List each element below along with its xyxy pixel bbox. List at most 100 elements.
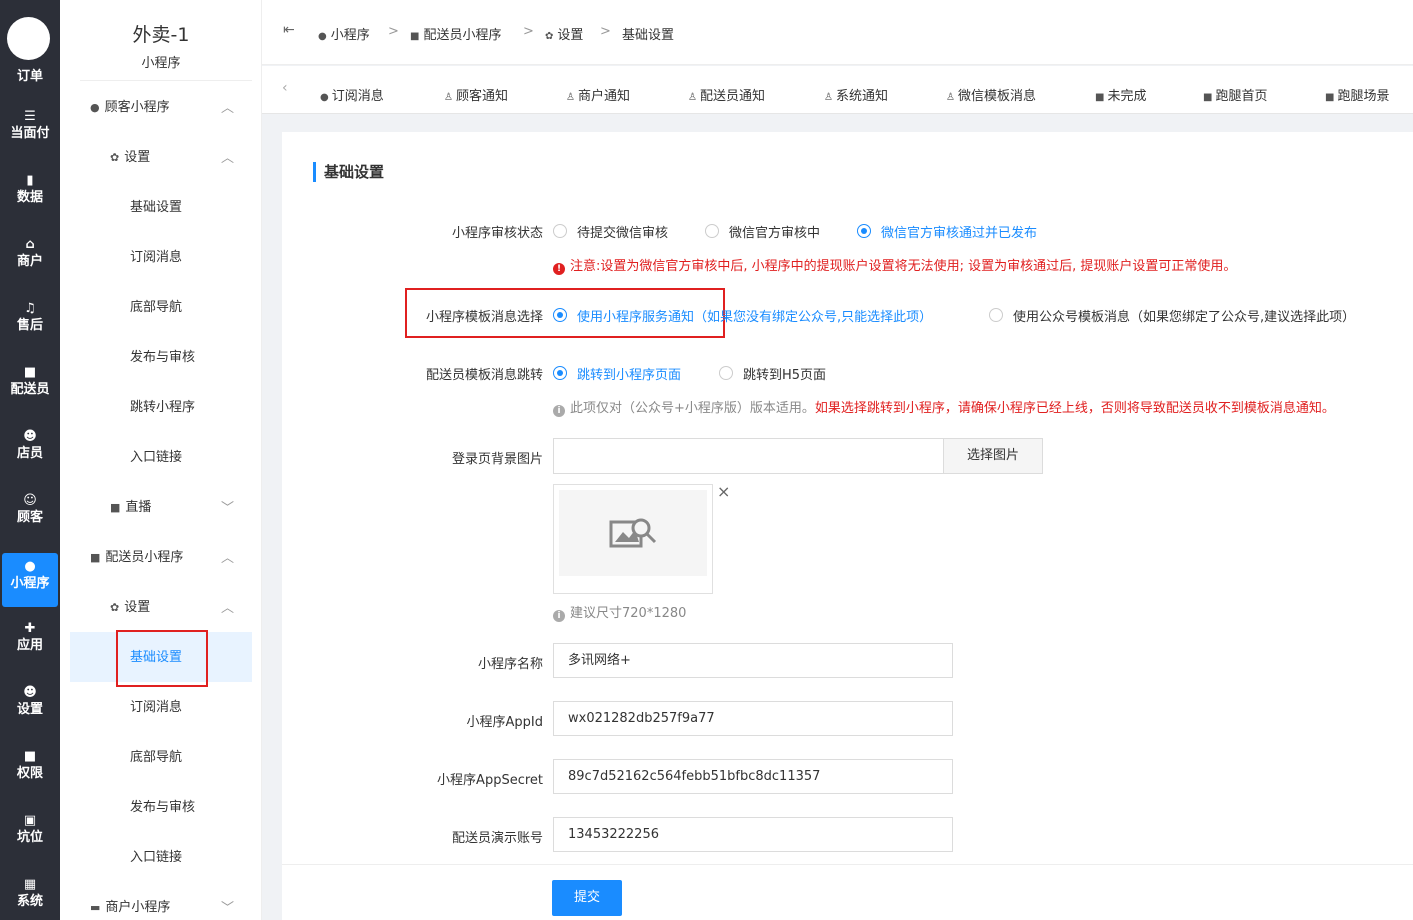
- sidebar-item-label: 底部导航: [130, 750, 183, 765]
- sidebar-item-label: 底部导航: [130, 300, 183, 315]
- rail-item-4[interactable]: ■ 配送员: [0, 365, 60, 399]
- jump-option-h5[interactable]: 跳转到H5页面: [743, 364, 826, 383]
- rail-item-5[interactable]: ☻ 店员: [0, 429, 60, 463]
- user-icon: ♙: [824, 92, 833, 103]
- audit-radio-reviewing[interactable]: [705, 224, 719, 238]
- audit-radio-published[interactable]: [857, 224, 871, 238]
- choose-image-button[interactable]: 选择图片: [943, 438, 1043, 474]
- demo-account-input[interactable]: 13453222256: [553, 817, 953, 852]
- tab-2[interactable]: ♙ 商户通知: [566, 85, 630, 104]
- sidebar-item-entry-2[interactable]: 入口链接: [130, 848, 182, 868]
- sidebar-item-publish-1[interactable]: 发布与审核: [130, 348, 195, 368]
- sidebar-item-live[interactable]: ■ 直播: [110, 498, 151, 518]
- jump-radio-h5[interactable]: [719, 366, 733, 380]
- wechat-icon: ●: [320, 92, 329, 103]
- tab-scroll-left-icon[interactable]: ‹: [282, 80, 288, 96]
- tab-label: 商户通知: [577, 89, 630, 104]
- sidebar-item-bottom-nav-1[interactable]: 底部导航: [130, 298, 182, 318]
- appid-label: 小程序AppId: [466, 715, 543, 730]
- rail-item-9[interactable]: ☻ 设置: [0, 685, 60, 719]
- template-radio-service[interactable]: [553, 308, 567, 322]
- sidebar-item-label: 商户小程序: [105, 900, 171, 915]
- bg-image-input[interactable]: [553, 438, 944, 474]
- sidebar-item-basic-1[interactable]: 基础设置: [130, 198, 182, 218]
- template-radio-official[interactable]: [989, 308, 1003, 322]
- audit-option-pending[interactable]: 待提交微信审核: [577, 222, 668, 241]
- tab-label: 跑腿首页: [1215, 89, 1268, 104]
- chevron-down-icon[interactable]: ﹀: [221, 499, 234, 519]
- rail-item-10[interactable]: ■ 权限: [0, 749, 60, 783]
- tab-3[interactable]: ♙ 配送员通知: [688, 85, 765, 104]
- rail-item-6[interactable]: ☺ 顾客: [0, 493, 60, 527]
- truck-icon: ■: [1325, 92, 1335, 103]
- sidebar-item-settings-1[interactable]: ✿ 设置: [110, 148, 150, 168]
- remove-image-icon[interactable]: ×: [717, 482, 730, 501]
- tab-6[interactable]: ■ 未完成: [1095, 85, 1146, 104]
- rail-item-11[interactable]: ▣ 坑位: [0, 813, 60, 847]
- rail-item-8[interactable]: ✚ 应用: [0, 621, 60, 655]
- chevron-down-icon[interactable]: ﹀: [221, 899, 234, 919]
- audit-radio-pending[interactable]: [553, 224, 567, 238]
- rail-item-label: 配送员: [10, 382, 50, 397]
- app-name-input[interactable]: 多讯网络+: [553, 643, 953, 678]
- rail-item-7[interactable]: ● 小程序: [2, 553, 58, 607]
- tab-label: 未完成: [1107, 89, 1147, 104]
- sidebar-item-courier-app[interactable]: ■ 配送员小程序: [90, 548, 183, 568]
- rail-item-label: 系统: [16, 894, 43, 909]
- sidebar-item-label: 订阅消息: [130, 700, 183, 715]
- breadcrumb-item-2[interactable]: ✿ 设置: [545, 24, 583, 43]
- sidebar-item-label: 发布与审核: [130, 800, 196, 815]
- image-preview[interactable]: [553, 484, 713, 594]
- rail-item-12[interactable]: ▦ 系统: [0, 877, 60, 911]
- sidebar-item-bottom-nav-2[interactable]: 底部导航: [130, 748, 182, 768]
- appsecret-input[interactable]: 89c7d52162c564febb51bfbc8dc11357: [553, 759, 953, 794]
- wechat-icon: ●: [24, 559, 36, 574]
- tab-8[interactable]: ■ 跑腿场景: [1325, 85, 1389, 104]
- chevron-up-icon[interactable]: ︿: [221, 599, 234, 619]
- sidebar-item-publish-2[interactable]: 发布与审核: [130, 798, 195, 818]
- template-option-service[interactable]: 使用小程序服务通知（如果您没有绑定公众号,只能选择此项）: [577, 306, 932, 325]
- sidebar-item-customer-app[interactable]: ● 顾客小程序: [90, 98, 170, 118]
- rail-label-orders: 订单: [16, 69, 43, 84]
- breadcrumb-item-1[interactable]: ■ 配送员小程序: [410, 24, 501, 43]
- sidebar-item-subscribe-1[interactable]: 订阅消息: [130, 248, 182, 268]
- avatar[interactable]: [7, 17, 50, 60]
- sidebar-item-subscribe-2[interactable]: 订阅消息: [130, 698, 182, 718]
- sidebar-item-label: 配送员小程序: [105, 550, 184, 565]
- jump-radio-miniapp[interactable]: [553, 366, 567, 380]
- audit-option-published[interactable]: 微信官方审核通过并已发布: [881, 222, 1037, 241]
- chevron-up-icon[interactable]: ︿: [221, 99, 234, 119]
- sidebar-item-entry-1[interactable]: 入口链接: [130, 448, 182, 468]
- rail-item-label: 设置: [16, 702, 43, 717]
- tab-5[interactable]: ♙ 微信模板消息: [946, 85, 1036, 104]
- chevron-up-icon[interactable]: ︿: [221, 149, 234, 169]
- tab-4[interactable]: ♙ 系统通知: [824, 85, 888, 104]
- jump-option-miniapp[interactable]: 跳转到小程序页面: [577, 364, 681, 383]
- rail-item-0[interactable]: ☰ 当面付: [0, 109, 60, 143]
- windows-icon: ▦: [23, 877, 37, 892]
- submit-button[interactable]: 提交: [552, 880, 622, 916]
- store-icon: ⌂: [25, 237, 35, 252]
- chevron-up-icon[interactable]: ︿: [221, 549, 234, 569]
- breadcrumb-item-0[interactable]: ● 小程序: [318, 24, 370, 43]
- tab-label: 跑腿场景: [1337, 89, 1390, 104]
- tab-0[interactable]: ● 订阅消息: [320, 85, 384, 104]
- template-option-official[interactable]: 使用公众号模板消息（如果您绑定了公众号,建议选择此项）: [1013, 306, 1355, 325]
- tab-7[interactable]: ■ 跑腿首页: [1203, 85, 1267, 104]
- rail-item-2[interactable]: ⌂ 商户: [0, 237, 60, 271]
- jump-note-red: 如果选择跳转到小程序，请确保小程序已经上线，否则将导致配送员收不到模板消息通知。: [814, 401, 1335, 416]
- sidebar-item-jump-1[interactable]: 跳转小程序: [130, 398, 195, 418]
- rail-item-3[interactable]: ♫ 售后: [0, 301, 60, 335]
- tab-1[interactable]: ♙ 顾客通知: [444, 85, 508, 104]
- sidebar-item-settings-2[interactable]: ✿ 设置: [110, 598, 150, 618]
- rail-item-label: 售后: [16, 318, 43, 333]
- collapse-menu-icon[interactable]: ⇤: [283, 22, 295, 38]
- sidebar-item-merchant-app[interactable]: ▬ 商户小程序: [90, 898, 170, 918]
- audit-option-reviewing[interactable]: 微信官方审核中: [729, 222, 820, 241]
- appid-input[interactable]: wx021282db257f9a77: [553, 701, 953, 736]
- gear-icon: ✿: [545, 31, 554, 42]
- rail-item-orders[interactable]: 订单: [0, 68, 60, 86]
- user-icon: ♙: [688, 92, 697, 103]
- rail-item-1[interactable]: ▮ 数据: [0, 173, 60, 207]
- tab-label: 顾客通知: [455, 89, 508, 104]
